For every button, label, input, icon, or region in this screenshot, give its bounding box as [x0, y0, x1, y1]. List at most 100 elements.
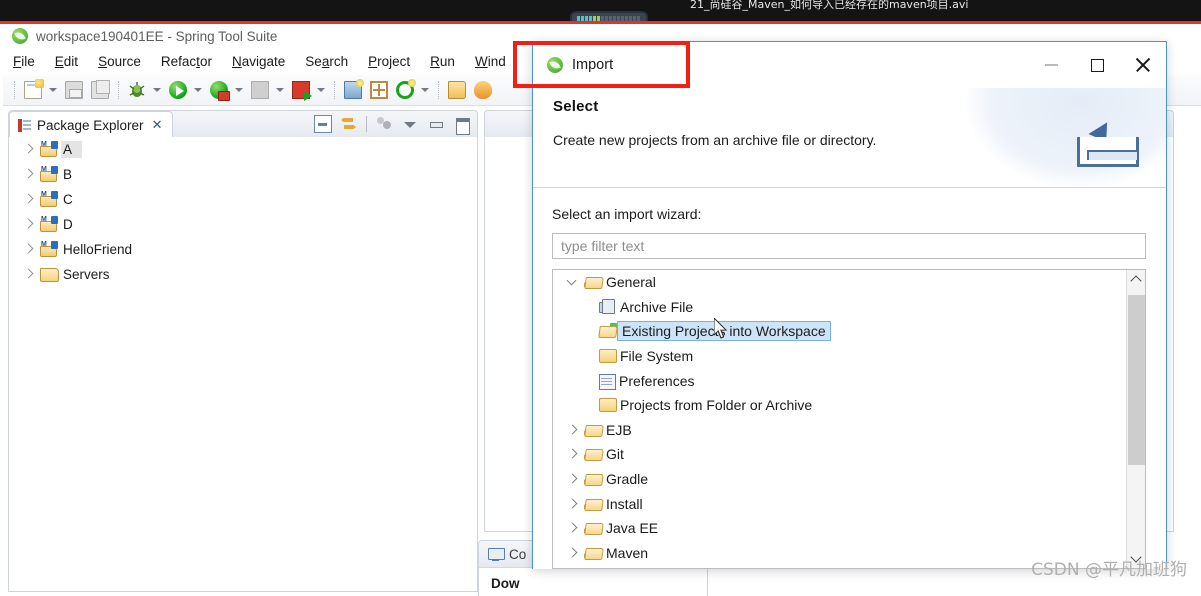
chevron-right-icon[interactable]: [23, 194, 34, 205]
maximize-icon[interactable]: [453, 115, 471, 135]
tree-item-git[interactable]: Git: [553, 442, 1126, 467]
tree-item-label: Git: [606, 446, 624, 463]
open-resource-icon[interactable]: [445, 78, 469, 102]
tree-item-a[interactable]: M A: [9, 137, 477, 162]
chevron-right-icon[interactable]: [567, 424, 579, 436]
run-as-server-icon[interactable]: [207, 78, 231, 102]
close-button[interactable]: [1120, 42, 1166, 88]
package-explorer-tree[interactable]: M A M B M C M D M HelloFriend Servers: [8, 137, 478, 592]
debug-dropdown-arrow[interactable]: [152, 79, 163, 101]
save-all-icon[interactable]: [88, 78, 112, 102]
focus-icon[interactable]: [375, 115, 393, 133]
tree-item-ejb[interactable]: EJB: [553, 418, 1126, 443]
tree-item-d[interactable]: M D: [9, 212, 477, 237]
chevron-right-icon[interactable]: [567, 522, 579, 534]
tree-item-file-system[interactable]: File System: [553, 344, 1126, 369]
chevron-right-icon[interactable]: [23, 144, 34, 155]
tree-item-hellofriend[interactable]: M HelloFriend: [9, 237, 477, 262]
console-text: Dow: [491, 576, 520, 591]
run-icon[interactable]: [166, 78, 190, 102]
tree-item-label: Servers: [63, 267, 110, 282]
chevron-down-icon[interactable]: [567, 276, 579, 288]
view-menu-icon[interactable]: [401, 115, 419, 133]
boot-dashboard-icon[interactable]: [393, 78, 417, 102]
tree-item-install[interactable]: Install: [553, 491, 1126, 516]
import-wizard-tree[interactable]: General Archive File Existing Projects i…: [552, 269, 1146, 569]
menu-item-search[interactable]: Search: [305, 54, 348, 69]
spring-leaf-icon: [547, 57, 563, 73]
import-dialog: Import Select Create new projects from a…: [532, 41, 1167, 569]
menu-item-source[interactable]: Source: [98, 54, 141, 69]
tree-item-gradle[interactable]: Gradle: [553, 467, 1126, 492]
minimize-button[interactable]: [1028, 42, 1074, 88]
chevron-right-icon[interactable]: [567, 473, 579, 485]
tree-item-label: General: [606, 274, 656, 291]
tree-item-b[interactable]: M B: [9, 162, 477, 187]
dialog-window-buttons: [1028, 42, 1166, 88]
tree-item-archive-file[interactable]: Archive File: [553, 295, 1126, 320]
console-tab-label: Co: [509, 546, 527, 562]
tab-package-explorer[interactable]: Package Explorer ✕: [9, 111, 174, 138]
menu-item-project[interactable]: Project: [368, 54, 410, 69]
archive-file-icon: [599, 299, 615, 315]
window-title: workspace190401EE - Spring Tool Suite: [36, 28, 278, 44]
menu-item-navigate[interactable]: Navigate: [232, 54, 285, 69]
filter-input[interactable]: type filter text: [552, 233, 1146, 259]
tree-scroll-area: General Archive File Existing Projects i…: [553, 270, 1126, 568]
video-player-bar: 21_尚硅谷_Maven_如何导入已经存在的maven项目.avi: [0, 0, 1201, 22]
spring-leaf-icon: [12, 28, 28, 44]
folder-project-icon: [40, 267, 59, 282]
debug-icon[interactable]: [125, 78, 149, 102]
tree-item-preferences[interactable]: Preferences: [553, 368, 1126, 393]
chevron-right-icon[interactable]: [567, 498, 579, 510]
stop-icon[interactable]: [248, 78, 272, 102]
menu-item-refactor[interactable]: Refactor: [161, 54, 212, 69]
tree-item-projects-from-folder-or-archive[interactable]: Projects from Folder or Archive: [553, 393, 1126, 418]
tree-item-label: Install: [606, 495, 643, 512]
boot-dropdown-arrow[interactable]: [420, 79, 431, 101]
tree-item-label: A: [61, 141, 83, 158]
new-wizard-icon[interactable]: [341, 78, 365, 102]
tree-item-general[interactable]: General: [553, 270, 1126, 295]
relaunch-icon[interactable]: [289, 78, 313, 102]
tree-item-existing-projects-into-workspace[interactable]: Existing Projects into Workspace: [553, 319, 1126, 344]
package-explorer-toolbar: [314, 115, 471, 135]
wizard-select-label: Select an import wizard:: [552, 206, 702, 222]
scrollbar-thumb[interactable]: [1128, 295, 1145, 465]
tree-item-label: Maven: [606, 544, 649, 561]
chevron-right-icon[interactable]: [23, 269, 34, 280]
maven-java-project-icon: M: [40, 241, 58, 257]
tree-item-java-ee[interactable]: Java EE: [553, 516, 1126, 541]
toolbar-separator: [366, 116, 367, 132]
save-icon[interactable]: [62, 78, 86, 102]
new-document-icon[interactable]: [21, 78, 45, 102]
chevron-right-icon[interactable]: [23, 169, 34, 180]
close-icon[interactable]: ✕: [152, 117, 163, 133]
stop-dropdown-arrow[interactable]: [275, 79, 286, 101]
relaunch-dropdown-arrow[interactable]: [316, 79, 327, 101]
tree-item-c[interactable]: M C: [9, 187, 477, 212]
menu-item-file[interactable]: File: [13, 54, 35, 69]
menu-item-edit[interactable]: Edit: [55, 54, 78, 69]
chevron-right-icon[interactable]: [23, 219, 34, 230]
tree-item-servers[interactable]: Servers: [9, 262, 477, 287]
maximize-button[interactable]: [1074, 42, 1120, 88]
tree-scrollbar[interactable]: [1126, 270, 1145, 568]
console-icon: [488, 547, 505, 561]
link-with-editor-icon[interactable]: [340, 115, 358, 133]
collapse-all-icon[interactable]: [314, 115, 332, 133]
tree-item-label: HelloFriend: [63, 242, 133, 257]
dialog-title: Import: [572, 57, 614, 73]
chevron-right-icon[interactable]: [23, 244, 34, 255]
run-as-dropdown-arrow[interactable]: [234, 79, 245, 101]
minimize-icon[interactable]: [427, 115, 445, 133]
grid-icon[interactable]: [367, 78, 391, 102]
chevron-right-icon[interactable]: [567, 547, 579, 559]
menu-item-window[interactable]: Wind: [475, 54, 506, 69]
run-dropdown-arrow[interactable]: [193, 79, 204, 101]
menu-item-run[interactable]: Run: [430, 54, 455, 69]
open-folder-icon: [584, 546, 601, 560]
new-dropdown-arrow[interactable]: [48, 79, 59, 101]
flame-icon[interactable]: [471, 78, 495, 102]
chevron-right-icon[interactable]: [567, 448, 579, 460]
